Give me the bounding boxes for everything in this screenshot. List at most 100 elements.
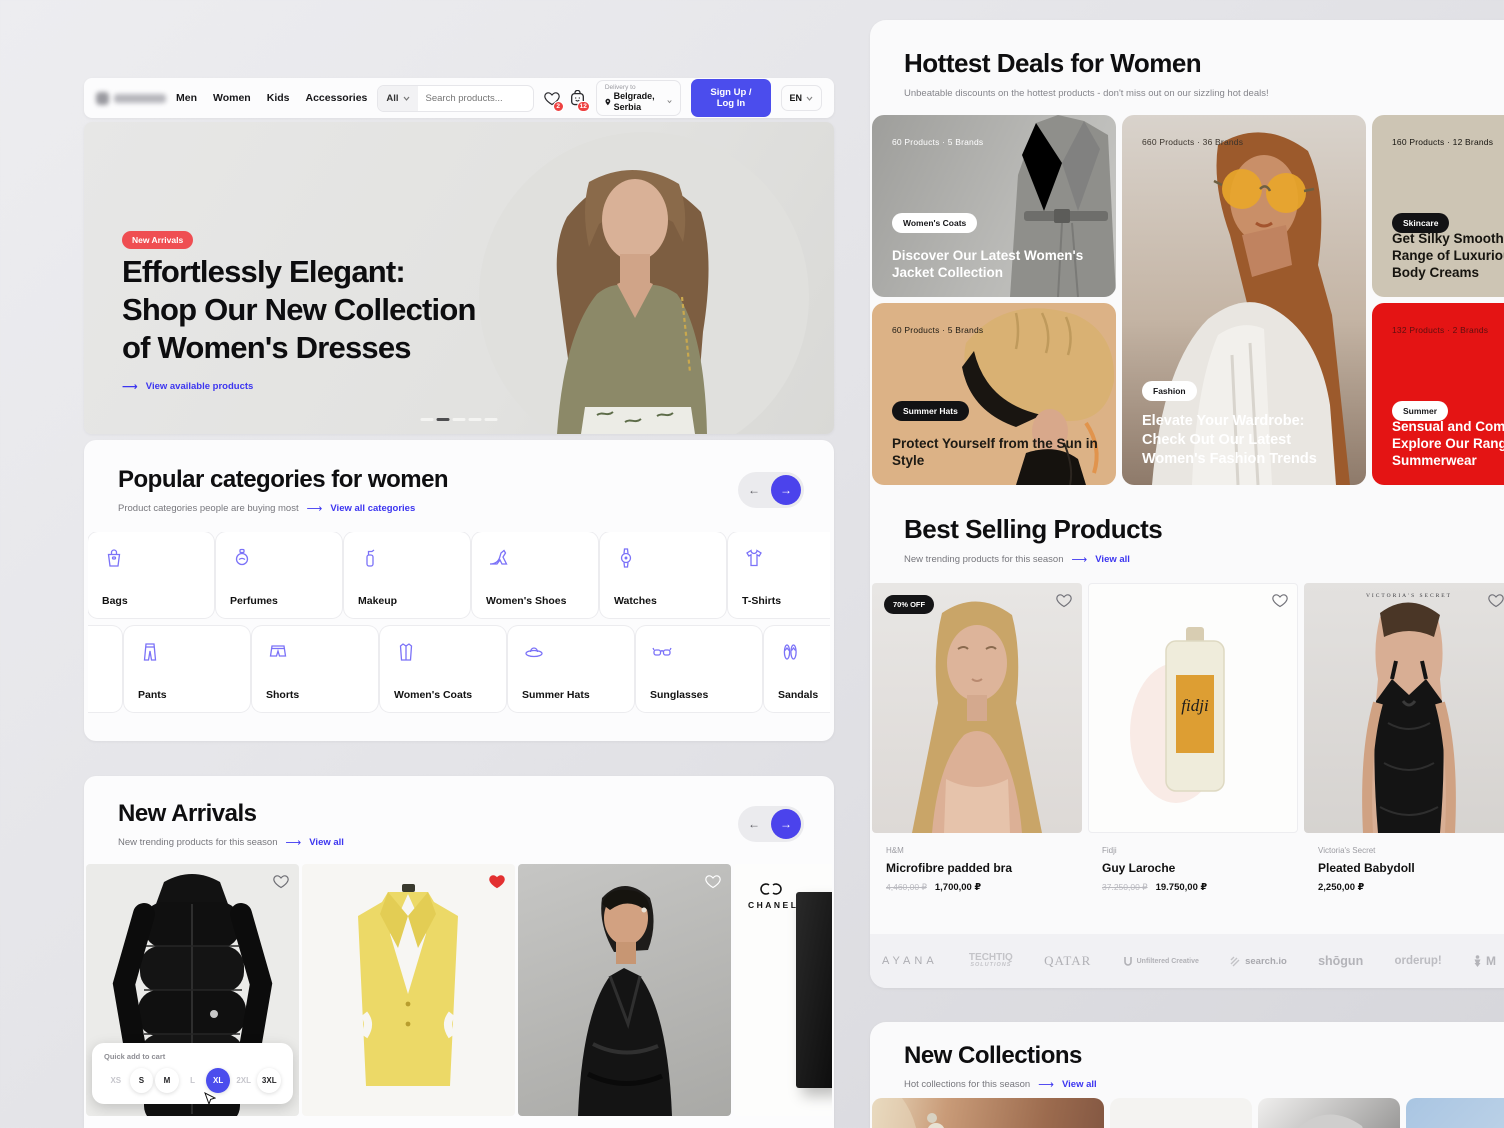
collection-card-4[interactable]	[1406, 1098, 1504, 1128]
deal-title: Sensual and Comfortable: Explore Our Ran…	[1392, 418, 1504, 469]
size-chip-3xl[interactable]: 3XL	[257, 1068, 281, 1093]
carousel-dot[interactable]	[469, 418, 482, 421]
category-card-womens-coats[interactable]: Women's Coats	[380, 626, 506, 712]
wishlist-heart-icon[interactable]	[1056, 593, 1072, 608]
coat-icon	[394, 640, 418, 664]
category-card-perfumes[interactable]: Perfumes	[216, 532, 342, 618]
main-nav: Men Women Kids Accessories	[176, 92, 367, 104]
hero-cta-link[interactable]: ⟶ View available products	[122, 380, 253, 393]
size-chip-xs[interactable]: XS	[104, 1068, 128, 1093]
category-card-watches[interactable]: Watches	[600, 532, 726, 618]
size-chip-2xl[interactable]: 2XL	[232, 1068, 256, 1093]
category-card-clipped[interactable]	[88, 626, 122, 712]
product-card-puffer-jacket[interactable]: Quick add to cart XS S M L XL 2XL 3XL	[86, 864, 299, 1116]
carousel-prev-button[interactable]: ←	[741, 811, 767, 837]
carousel-dot[interactable]	[421, 418, 434, 421]
product-card-pleated-babydoll[interactable]: VICTORIA'S SECRET Victoria's Secret Plea…	[1304, 583, 1504, 893]
carousel-dot-active[interactable]	[437, 418, 450, 421]
sunglasses-icon	[650, 640, 674, 664]
product-card-chanel[interactable]: CHANEL	[734, 864, 832, 1116]
search-io-icon	[1230, 956, 1241, 967]
chanel-wordmark: CHANEL	[748, 900, 798, 910]
category-card-sandals[interactable]: Sandals	[764, 626, 830, 712]
chevron-down-icon	[806, 96, 813, 101]
chanel-cc-logo	[760, 882, 782, 896]
partner-person-icon	[1473, 955, 1482, 967]
product-card-yellow-blazer[interactable]	[302, 864, 515, 1116]
wishlist-heart-icon-active[interactable]	[489, 874, 505, 889]
collection-card-3[interactable]	[1258, 1098, 1400, 1128]
wishlist-heart-icon[interactable]	[273, 874, 289, 889]
search-input[interactable]	[418, 93, 534, 104]
partner-logo-techtiq: TECHTIQSOLUTIONS	[969, 953, 1013, 969]
search-category-select[interactable]: All	[378, 86, 417, 111]
size-chip-l[interactable]: L	[181, 1068, 205, 1093]
category-card-makeup[interactable]: Makeup	[344, 532, 470, 618]
category-card-bags[interactable]: Bags	[88, 532, 214, 618]
delivery-location-select[interactable]: Delivery to Belgrade, Serbia	[596, 80, 682, 116]
view-all-best-link[interactable]: View all	[1095, 554, 1130, 565]
tshirt-icon	[742, 546, 766, 570]
product-card-black-satin-top[interactable]	[518, 864, 731, 1116]
signup-login-button[interactable]: Sign Up / Log In	[691, 79, 770, 117]
product-card-padded-bra[interactable]: 70% OFF H&M Microfibre padded bra 4,460,…	[872, 583, 1082, 893]
size-chip-s[interactable]: S	[130, 1068, 154, 1093]
product-brand: Victoria's Secret	[1318, 846, 1500, 855]
deal-meta: 660 Products · 36 Brands	[1142, 137, 1243, 147]
partner-logos-strip: AYANA TECHTIQSOLUTIONS QATAR Unfiltered …	[870, 934, 1504, 988]
nav-accessories[interactable]: Accessories	[306, 92, 368, 104]
collection-card-1[interactable]	[872, 1098, 1104, 1128]
partner-logo-ayana: AYANA	[882, 955, 938, 967]
location-pin-icon	[605, 97, 611, 107]
category-card-sunglasses[interactable]: Sunglasses	[636, 626, 762, 712]
deal-title: Elevate Your Wardrobe: Check Out Our Lat…	[1142, 412, 1352, 469]
language-select[interactable]: EN	[781, 85, 823, 111]
categories-row-2: Pants Shorts Women's Coats Summer Hats S…	[88, 626, 830, 712]
partner-logo-orderup: orderup!	[1394, 955, 1441, 967]
carousel-dot[interactable]	[485, 418, 498, 421]
deal-card-womens-coats[interactable]: 60 Products · 5 Brands Women's Coats Dis…	[872, 115, 1116, 297]
deal-card-skincare[interactable]: 160 Products · 12 Brands Skincare Get Si…	[1372, 115, 1504, 297]
perfume-bottle-photo: fidji	[1088, 583, 1298, 833]
deal-tag: Fashion	[1142, 381, 1197, 401]
size-chip-m[interactable]: M	[155, 1068, 179, 1093]
jewelry-photo	[872, 1098, 1104, 1128]
collection-card-2[interactable]	[1110, 1098, 1252, 1128]
wishlist-heart-icon[interactable]	[1272, 593, 1288, 608]
wishlist-heart-icon[interactable]	[705, 874, 721, 889]
carousel-next-button[interactable]: →	[771, 475, 801, 505]
carousel-prev-button[interactable]: ←	[741, 477, 767, 503]
size-chip-xl-selected[interactable]: XL	[206, 1068, 230, 1093]
wishlist-heart-icon[interactable]	[1488, 593, 1504, 608]
deals-title: Hottest Deals for Women	[904, 48, 1269, 79]
cart-button[interactable]: 12	[570, 87, 586, 109]
arrivals-carousel-controls: ← →	[738, 806, 804, 842]
new-arrivals-section: New Arrivals New trending products for t…	[84, 776, 834, 1128]
babydoll-photo	[1304, 583, 1504, 833]
shorts-icon	[266, 640, 290, 664]
category-card-pants[interactable]: Pants	[124, 626, 250, 712]
store-logo[interactable]	[96, 91, 166, 105]
collections-title: New Collections	[904, 1042, 1097, 1070]
categories-title: Popular categories for women	[118, 466, 448, 494]
carousel-dot[interactable]	[453, 418, 466, 421]
product-card-guy-laroche[interactable]: fidji Fidji Guy Laroche 37.250,00 ₽ 19.7…	[1088, 583, 1298, 893]
nav-women[interactable]: Women	[213, 92, 251, 104]
nav-men[interactable]: Men	[176, 92, 197, 104]
view-all-arrivals-link[interactable]: View all	[309, 837, 344, 848]
category-card-shorts[interactable]: Shorts	[252, 626, 378, 712]
hero-title: Effortlessly Elegant: Shop Our New Colle…	[122, 253, 476, 367]
view-all-categories-link[interactable]: View all categories	[330, 503, 415, 514]
partner-logo-qatar: QATAR	[1044, 953, 1091, 969]
carousel-next-button[interactable]: →	[771, 809, 801, 839]
deal-card-summer-hats[interactable]: 60 Products · 5 Brands Summer Hats Prote…	[872, 303, 1116, 485]
view-all-collections-link[interactable]: View all	[1062, 1079, 1097, 1090]
discount-badge: 70% OFF	[884, 595, 934, 614]
wishlist-button[interactable]: 2	[544, 87, 560, 109]
category-card-summer-hats[interactable]: Summer Hats	[508, 626, 634, 712]
nav-kids[interactable]: Kids	[267, 92, 290, 104]
category-card-womens-shoes[interactable]: Women's Shoes	[472, 532, 598, 618]
deal-card-summer[interactable]: 132 Products · 2 Brands Summer Sensual a…	[1372, 303, 1504, 485]
category-card-tshirts[interactable]: T-Shirts	[728, 532, 830, 618]
deal-card-fashion[interactable]: 660 Products · 36 Brands Fashion Elevate…	[1122, 115, 1366, 485]
